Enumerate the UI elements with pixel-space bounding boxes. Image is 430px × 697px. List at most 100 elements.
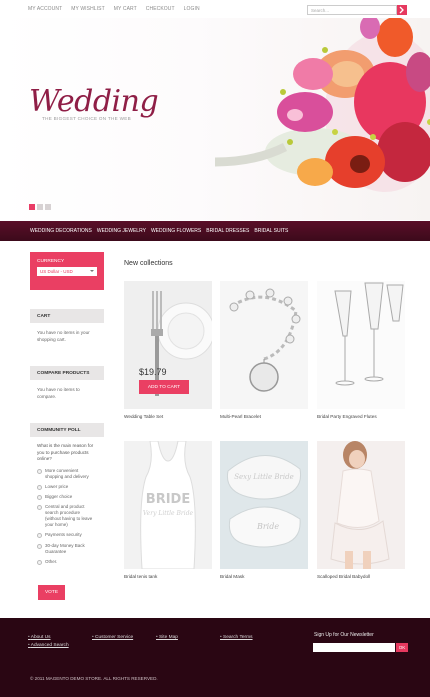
product-card[interactable]: BRIDE Very Little Bride Bridal tenis tan… bbox=[124, 441, 212, 579]
checkout-link[interactable]: CHECKOUT bbox=[146, 6, 175, 12]
nav-wedding-decorations[interactable]: WEDDING DECORATIONS bbox=[30, 228, 92, 234]
slider-dot[interactable] bbox=[45, 204, 51, 210]
footer-col-1: About Us Advanced Search bbox=[28, 634, 69, 650]
svg-text:Bride: Bride bbox=[256, 522, 279, 531]
poll-title: COMMUNITY POLL bbox=[30, 423, 104, 437]
footer-link-customer-service[interactable]: Customer Service bbox=[92, 634, 133, 642]
footer-link-about-us[interactable]: About Us bbox=[28, 634, 69, 642]
poll-option-label: Other. bbox=[45, 558, 58, 564]
search-button[interactable] bbox=[397, 5, 407, 15]
poll-option[interactable]: Other. bbox=[30, 558, 104, 568]
nav-wedding-jewelry[interactable]: WEDDING JEWELRY bbox=[97, 228, 146, 234]
slider-dot[interactable] bbox=[29, 204, 35, 210]
currency-select[interactable]: US Dollar - USD bbox=[37, 267, 97, 276]
poll-option-label: Payments security bbox=[45, 532, 82, 538]
logo[interactable]: Wedding THE BIGGEST CHOICE ON THE WEB bbox=[29, 84, 159, 121]
compare-block: COMPARE PRODUCTS You have no items to co… bbox=[30, 366, 104, 400]
search-input[interactable]: Search... bbox=[307, 5, 397, 15]
currency-title: CURRENCY bbox=[37, 259, 65, 264]
radio-button[interactable] bbox=[37, 533, 42, 539]
poll-option[interactable]: Lower price bbox=[30, 483, 104, 493]
product-card[interactable]: $19.79 ADD TO CART Wedding Table Set bbox=[124, 281, 212, 419]
product-card[interactable]: Bridal Party Engraved Flutes bbox=[317, 281, 405, 419]
product-card[interactable]: Multi-Pearl Bracelet bbox=[220, 281, 308, 419]
poll-option-label: Central and product search procedure (wi… bbox=[45, 504, 93, 528]
product-image[interactable]: $19.79 ADD TO CART bbox=[124, 281, 212, 409]
newsletter-email-input[interactable] bbox=[313, 643, 395, 652]
mask-image: Sexy Little Bride Bride bbox=[226, 455, 302, 548]
poll-option[interactable]: 30-day Money Back Guarantee bbox=[30, 542, 104, 558]
product-image[interactable] bbox=[317, 281, 405, 409]
product-price: $19.79 bbox=[139, 367, 167, 377]
cart-title: CART bbox=[30, 309, 104, 323]
poll-option-label: More convenient shopping and delivery bbox=[45, 467, 89, 480]
radio-button[interactable] bbox=[37, 495, 42, 501]
slider-dots bbox=[29, 204, 51, 210]
my-wishlist-link[interactable]: MY WISHLIST bbox=[71, 6, 105, 12]
svg-text:Very Little Bride: Very Little Bride bbox=[143, 510, 194, 517]
newsletter-submit-button[interactable]: OK bbox=[396, 643, 408, 652]
radio-button[interactable] bbox=[37, 559, 42, 565]
radio-button[interactable] bbox=[37, 505, 42, 511]
footer-col-4: Search Terms bbox=[220, 634, 253, 642]
logo-title: Wedding bbox=[29, 84, 159, 119]
cart-text: You have no items in your shopping cart. bbox=[37, 330, 90, 342]
product-name[interactable]: Scalloped Bridal Babydoll bbox=[317, 574, 405, 579]
product-image[interactable] bbox=[220, 281, 308, 409]
product-name[interactable]: Bridal Mask bbox=[220, 574, 308, 579]
product-image[interactable]: BRIDE Very Little Bride bbox=[124, 441, 212, 569]
footer-col-3: Site Map bbox=[156, 634, 178, 642]
svg-text:Sexy Little Bride: Sexy Little Bride bbox=[234, 473, 294, 481]
hero-banner: Wedding THE BIGGEST CHOICE ON THE WEB bbox=[0, 18, 430, 220]
product-card[interactable]: Scalloped Bridal Babydoll bbox=[317, 441, 405, 579]
poll-option-label: 30-day Money Back Guarantee bbox=[45, 542, 85, 554]
cart-block: CART You have no items in your shopping … bbox=[30, 309, 104, 343]
section-title: New collections bbox=[124, 260, 173, 267]
poll-block: COMMUNITY POLL What is the main reason f… bbox=[30, 423, 104, 568]
poll-option[interactable]: Central and product search procedure (wi… bbox=[30, 503, 104, 531]
footer-link-advanced-search[interactable]: Advanced Search bbox=[28, 642, 69, 650]
poll-option[interactable]: More convenient shopping and delivery bbox=[30, 467, 104, 483]
poll-option-label: Bigger choice bbox=[45, 494, 73, 500]
product-name[interactable]: Bridal Party Engraved Flutes bbox=[317, 414, 405, 419]
footer: About Us Advanced Search Customer Servic… bbox=[0, 618, 430, 697]
product-image[interactable]: Sexy Little Bride Bride bbox=[220, 441, 308, 569]
product-name[interactable]: Multi-Pearl Bracelet bbox=[220, 414, 308, 419]
babydoll-image bbox=[330, 441, 390, 569]
nav-wedding-flowers[interactable]: WEDDING FLOWERS bbox=[151, 228, 201, 234]
bracelet-image bbox=[229, 288, 301, 392]
my-cart-link[interactable]: MY CART bbox=[114, 6, 137, 12]
tank-image: BRIDE Very Little Bride bbox=[140, 441, 196, 569]
my-account-link[interactable]: MY ACCOUNT bbox=[28, 6, 62, 12]
footer-col-2: Customer Service bbox=[92, 634, 133, 642]
copyright: © 2011 MAGENTO DEMO STORE. ALL RIGHTS RE… bbox=[30, 676, 158, 681]
radio-button[interactable] bbox=[37, 485, 42, 491]
product-card[interactable]: Sexy Little Bride Bride Bridal Mask bbox=[220, 441, 308, 579]
main-nav: WEDDING DECORATIONS WEDDING JEWELRY WEDD… bbox=[0, 221, 430, 241]
login-link[interactable]: LOGIN bbox=[184, 6, 200, 12]
nav-bridal-dresses[interactable]: BRIDAL DRESSES bbox=[206, 228, 249, 234]
nav-bridal-suits[interactable]: BRIDAL SUITS bbox=[254, 228, 288, 234]
poll-option[interactable]: Bigger choice bbox=[30, 493, 104, 503]
product-name[interactable]: Wedding Table Set bbox=[124, 414, 212, 419]
currency-block: CURRENCY US Dollar - USD bbox=[30, 252, 104, 290]
poll-question: What is the main reason for you to purch… bbox=[37, 443, 94, 462]
radio-button[interactable] bbox=[37, 468, 42, 474]
radio-button[interactable] bbox=[37, 543, 42, 549]
search-icon bbox=[399, 6, 404, 14]
product-name[interactable]: Bridal tenis tank bbox=[124, 574, 212, 579]
poll-option[interactable]: Payments security bbox=[30, 531, 104, 541]
compare-text: You have no items to compare. bbox=[37, 387, 80, 399]
newsletter-title: Sign Up for Our Newsletter bbox=[314, 632, 374, 638]
svg-text:BRIDE: BRIDE bbox=[146, 492, 190, 507]
product-image[interactable] bbox=[317, 441, 405, 569]
footer-link-site-map[interactable]: Site Map bbox=[156, 634, 178, 642]
slider-dot[interactable] bbox=[37, 204, 43, 210]
bouquet-image bbox=[214, 18, 430, 192]
compare-title: COMPARE PRODUCTS bbox=[30, 366, 104, 380]
vote-button[interactable]: VOTE bbox=[38, 585, 65, 600]
add-to-cart-button[interactable]: ADD TO CART bbox=[139, 380, 189, 394]
poll-option-label: Lower price bbox=[45, 484, 69, 490]
top-links: MY ACCOUNT MY WISHLIST MY CART CHECKOUT … bbox=[28, 6, 200, 12]
footer-link-search-terms[interactable]: Search Terms bbox=[220, 634, 253, 642]
